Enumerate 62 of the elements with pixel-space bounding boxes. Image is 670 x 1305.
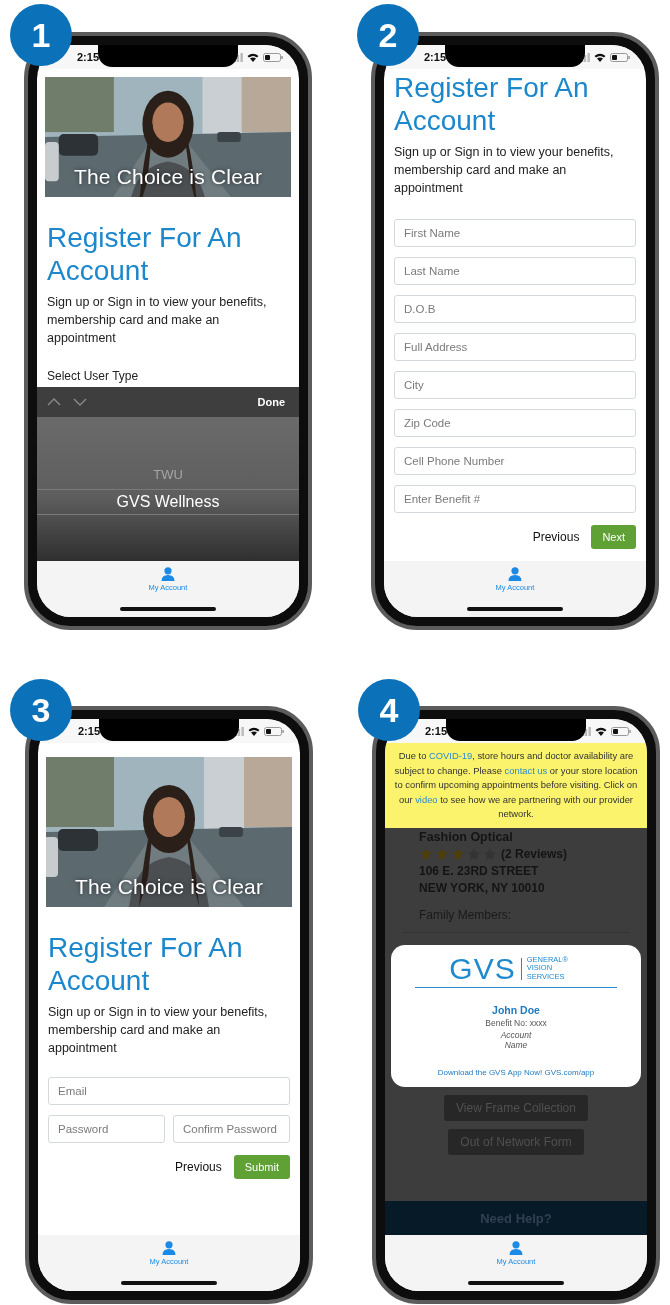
notice-text: Due to COVID-19, store hours and doctor availability are subject to change. Please contact us or your store location to confirm upcoming appointments before visiting. Click on our video to see how we are partnering with our provider network.: [385, 743, 647, 828]
text-field[interactable]: Last Name: [394, 257, 636, 285]
page-title: Register For An Account: [47, 221, 243, 287]
step-badge: 3: [10, 679, 72, 741]
intro-text: Sign up or Sign in to view your benefits, membership card and make an appointment: [48, 1004, 269, 1057]
chevron-down-icon: [73, 398, 87, 406]
status-time: 2:15: [77, 51, 100, 63]
text-field[interactable]: Zip Code: [394, 409, 636, 437]
page-title: Register For An Account: [48, 931, 244, 997]
benefit-number: Benefit No: xxxx: [485, 1018, 547, 1028]
primary-button[interactable]: Submit: [233, 1155, 290, 1179]
member-name: John Doe: [492, 1004, 540, 1016]
previous-button[interactable]: [47, 398, 61, 406]
intro-text: Sign up or Sign in to view your benefits, membership card and make an appointment: [394, 144, 615, 197]
text-field[interactable]: D.O.B: [394, 295, 636, 323]
notice-link[interactable]: video: [415, 793, 438, 805]
step-badge: 4: [358, 679, 420, 741]
intro-text: Sign up or Sign in to view your benefits, membership card and make an appointment: [47, 294, 268, 347]
battery-icon: [263, 52, 283, 62]
text-field[interactable]: Email: [48, 1077, 290, 1105]
wifi-icon: [248, 726, 260, 736]
picker-option[interactable]: GVS Wellness: [37, 488, 299, 515]
step-badge: 1: [10, 4, 72, 66]
logo-text: GVS: [449, 952, 516, 985]
picker-option[interactable]: TWU: [37, 463, 299, 485]
person-icon: [508, 567, 522, 581]
text-field[interactable]: Enter Benefit #: [394, 485, 636, 513]
person-icon: [161, 567, 175, 581]
battery-icon: [610, 52, 630, 62]
star-icon: [451, 846, 465, 861]
status-time: 2:15: [425, 725, 448, 737]
wifi-icon: [247, 52, 259, 62]
next-button[interactable]: [73, 398, 87, 406]
done-button[interactable]: Done: [251, 395, 291, 409]
text-field[interactable]: Confirm Password: [173, 1115, 290, 1143]
text-field[interactable]: Cell Phone Number: [394, 447, 636, 475]
wifi-icon: [594, 52, 606, 62]
star-icon: [435, 846, 449, 861]
page-title: Register For An Account: [394, 71, 590, 137]
text-field[interactable]: City: [394, 371, 636, 399]
primary-button[interactable]: Next: [591, 525, 636, 549]
account-name: Account Name: [499, 1030, 533, 1050]
chevron-up-icon: [47, 398, 61, 406]
star-icon: [419, 846, 433, 861]
notice-link[interactable]: contact us: [504, 764, 548, 776]
wifi-icon: [595, 726, 607, 736]
secondary-button[interactable]: Previous: [175, 1156, 222, 1178]
status-time: 2:15: [78, 725, 101, 737]
secondary-button[interactable]: Previous: [532, 526, 580, 548]
hero-caption: The Choice is Clear: [73, 875, 265, 899]
battery-icon: [264, 726, 284, 736]
battery-icon: [611, 726, 631, 736]
person-icon: [509, 1241, 523, 1255]
download-link[interactable]: Download the GVS App Now! GVS.com/app: [437, 1068, 595, 1077]
text-field[interactable]: Password: [48, 1115, 165, 1143]
field-label: Select User Type: [47, 369, 140, 383]
status-time: 2:15: [424, 51, 447, 63]
picker-wheel[interactable]: TWU GVS Wellness: [37, 417, 299, 561]
text-field[interactable]: Full Address: [394, 333, 636, 361]
text-field[interactable]: First Name: [394, 219, 636, 247]
person-icon: [162, 1241, 176, 1255]
step-badge: 2: [357, 4, 419, 66]
